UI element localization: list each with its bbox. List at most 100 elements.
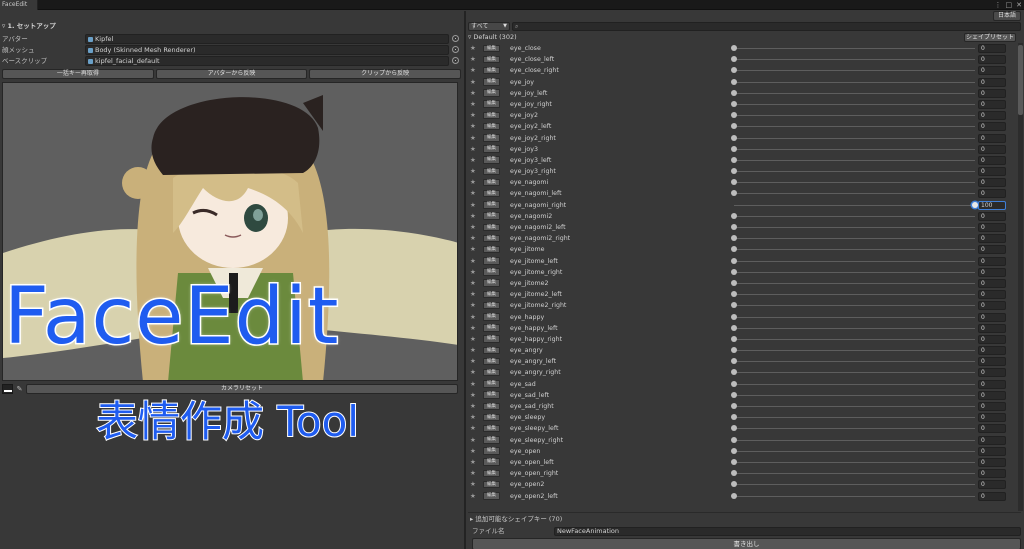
shape-value-input[interactable]: 0 — [978, 122, 1006, 132]
setup-section-title[interactable]: ▿ 1. セットアップ — [2, 20, 56, 30]
background-color-swatch[interactable] — [2, 384, 13, 394]
shape-value-input[interactable]: 0 — [978, 155, 1006, 165]
edit-button[interactable]: 編集 — [483, 268, 500, 276]
shape-slider[interactable] — [731, 291, 975, 298]
slider-knob[interactable] — [731, 45, 737, 51]
slider-knob[interactable] — [731, 100, 737, 107]
edit-button[interactable]: 編集 — [483, 413, 500, 422]
edit-button[interactable]: 編集 — [483, 324, 500, 332]
avatar-object-field[interactable]: Kipfel — [85, 34, 449, 44]
addable-shapekeys-foldout[interactable]: ▸ 追加可能なシェイプキー (70) — [470, 515, 562, 524]
shape-slider[interactable] — [731, 425, 975, 432]
edit-button[interactable]: 編集 — [483, 212, 500, 220]
slider-knob[interactable] — [731, 56, 737, 63]
edit-button[interactable]: 編集 — [483, 436, 500, 444]
star-icon[interactable]: ★ — [470, 257, 476, 266]
category-filter-dropdown[interactable]: すべて ▼ — [468, 22, 510, 31]
shape-value-input[interactable]: 0 — [978, 256, 1006, 266]
shape-value-input[interactable]: 0 — [978, 245, 1006, 255]
edit-button[interactable]: 編集 — [483, 234, 500, 243]
star-icon[interactable]: ★ — [470, 413, 476, 422]
star-icon[interactable]: ★ — [470, 268, 476, 277]
slider-knob[interactable] — [731, 436, 737, 443]
star-icon[interactable]: ★ — [470, 368, 476, 377]
slider-knob[interactable] — [731, 313, 737, 320]
star-icon[interactable]: ★ — [470, 357, 476, 366]
shape-value-input[interactable]: 0 — [978, 346, 1006, 356]
star-icon[interactable]: ★ — [470, 78, 476, 87]
shape-value-input[interactable]: 0 — [978, 178, 1006, 188]
object-picker-icon[interactable] — [452, 57, 459, 64]
shape-slider[interactable] — [731, 279, 975, 286]
slider-knob[interactable] — [731, 414, 737, 421]
star-icon[interactable]: ★ — [470, 212, 476, 221]
edit-button[interactable]: 編集 — [483, 66, 500, 75]
export-button[interactable]: 書き出し — [472, 538, 1021, 549]
shape-value-input[interactable]: 0 — [978, 312, 1006, 322]
edit-button[interactable]: 編集 — [483, 357, 500, 366]
default-group-header[interactable]: ▿ Default (302) — [468, 33, 1018, 42]
shape-value-input[interactable]: 0 — [978, 223, 1006, 232]
star-icon[interactable]: ★ — [470, 424, 476, 433]
edit-button[interactable]: 編集 — [483, 346, 500, 355]
edit-button[interactable]: 編集 — [483, 458, 500, 466]
shape-value-input[interactable]: 0 — [978, 133, 1006, 143]
edit-button[interactable]: 編集 — [483, 89, 500, 97]
star-icon[interactable]: ★ — [470, 156, 476, 165]
edit-button[interactable]: 編集 — [483, 223, 500, 231]
slider-knob[interactable] — [731, 134, 737, 141]
star-icon[interactable]: ★ — [470, 134, 476, 143]
shape-slider[interactable] — [731, 134, 975, 141]
shape-slider[interactable] — [731, 179, 975, 186]
shape-slider[interactable] — [731, 246, 975, 253]
shape-slider[interactable] — [731, 492, 975, 499]
slider-knob[interactable] — [731, 279, 737, 286]
shape-slider[interactable] — [731, 145, 975, 152]
edit-button[interactable]: 編集 — [483, 145, 500, 153]
shape-slider[interactable] — [731, 403, 975, 409]
shape-slider[interactable] — [731, 447, 975, 454]
star-icon[interactable]: ★ — [470, 324, 476, 333]
slider-knob[interactable] — [731, 78, 737, 85]
shape-slider[interactable] — [731, 190, 975, 197]
star-icon[interactable]: ★ — [470, 469, 476, 478]
shape-slider[interactable] — [731, 458, 975, 465]
edit-button[interactable]: 編集 — [483, 55, 500, 64]
kebab-menu-icon[interactable]: ⋮ — [995, 0, 1002, 10]
star-icon[interactable]: ★ — [470, 223, 476, 232]
star-icon[interactable]: ★ — [470, 335, 476, 344]
shape-value-input[interactable]: 0 — [978, 290, 1006, 300]
star-icon[interactable]: ★ — [470, 480, 476, 489]
list-scrollbar[interactable] — [1018, 43, 1023, 511]
edit-button[interactable]: 編集 — [483, 201, 500, 209]
star-icon[interactable]: ★ — [470, 290, 476, 299]
shape-value-input[interactable]: 0 — [978, 379, 1006, 389]
tab-faceedit[interactable]: FaceEdit — [0, 0, 38, 10]
shape-value-input[interactable]: 0 — [978, 189, 1006, 199]
star-icon[interactable]: ★ — [470, 89, 476, 98]
slider-knob[interactable] — [731, 380, 737, 387]
edit-button[interactable]: 編集 — [483, 78, 500, 86]
star-icon[interactable]: ★ — [470, 391, 476, 400]
slider-knob[interactable] — [731, 335, 737, 342]
eyedropper-icon[interactable]: ✎ — [15, 384, 24, 394]
slider-knob[interactable] — [731, 212, 737, 219]
shape-value-input[interactable]: 0 — [978, 88, 1006, 98]
edit-button[interactable]: 編集 — [483, 391, 500, 399]
edit-button[interactable]: 編集 — [483, 100, 500, 108]
shape-value-input[interactable]: 0 — [978, 234, 1006, 244]
slider-knob[interactable] — [731, 246, 737, 253]
edit-button[interactable]: 編集 — [483, 313, 500, 321]
edit-button[interactable]: 編集 — [483, 178, 500, 187]
slider-knob[interactable] — [731, 123, 737, 130]
edit-button[interactable]: 編集 — [483, 492, 500, 500]
star-icon[interactable]: ★ — [470, 313, 476, 322]
shape-slider[interactable] — [731, 414, 975, 421]
star-icon[interactable]: ★ — [470, 402, 476, 411]
star-icon[interactable]: ★ — [470, 245, 476, 254]
shape-slider[interactable] — [731, 324, 975, 331]
edit-button[interactable]: 編集 — [483, 245, 500, 254]
shape-value-input[interactable]: 0 — [978, 99, 1006, 109]
slider-knob[interactable] — [731, 291, 737, 298]
apply-from-clip-button[interactable]: クリップから反映 — [309, 69, 462, 79]
